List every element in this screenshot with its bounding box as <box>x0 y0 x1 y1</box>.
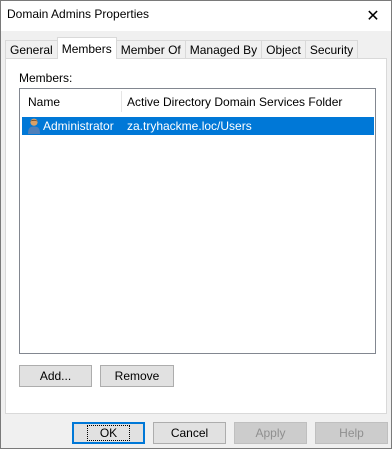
tab-strip: General Members Member Of Managed By Obj… <box>5 37 359 59</box>
member-folder: za.tryhackme.loc/Users <box>127 119 252 133</box>
members-panel: Members: Name Active Directory Domain Se… <box>5 58 387 414</box>
members-label: Members: <box>19 71 73 85</box>
tab-member-of[interactable]: Member Of <box>115 40 186 59</box>
column-header-name[interactable]: Name <box>28 95 60 109</box>
properties-dialog: Domain Admins Properties ✕ General Membe… <box>0 0 392 449</box>
tab-object[interactable]: Object <box>261 40 306 59</box>
list-row-administrator[interactable]: Administrator za.tryhackme.loc/Users <box>22 117 374 135</box>
remove-button[interactable]: Remove <box>100 365 174 387</box>
tab-managed-by[interactable]: Managed By <box>184 40 263 59</box>
add-button[interactable]: Add... <box>19 365 92 387</box>
list-header: Name Active Directory Domain Services Fo… <box>20 89 375 114</box>
member-name: Administrator <box>43 119 114 133</box>
help-button[interactable]: Help <box>315 422 388 444</box>
column-header-folder[interactable]: Active Directory Domain Services Folder <box>127 95 342 109</box>
apply-button[interactable]: Apply <box>234 422 307 444</box>
cancel-button[interactable]: Cancel <box>153 422 226 444</box>
ok-button-label: OK <box>86 425 131 441</box>
members-list[interactable]: Name Active Directory Domain Services Fo… <box>19 88 376 354</box>
tab-members[interactable]: Members <box>56 37 117 59</box>
close-button[interactable]: ✕ <box>355 1 391 31</box>
tab-general[interactable]: General <box>5 40 58 59</box>
window-title: Domain Admins Properties <box>7 7 150 21</box>
ok-button[interactable]: OK <box>72 422 145 444</box>
column-divider[interactable] <box>121 91 122 112</box>
user-icon <box>28 118 40 134</box>
tab-security[interactable]: Security <box>304 40 359 59</box>
title-bar: Domain Admins Properties ✕ <box>1 1 391 31</box>
